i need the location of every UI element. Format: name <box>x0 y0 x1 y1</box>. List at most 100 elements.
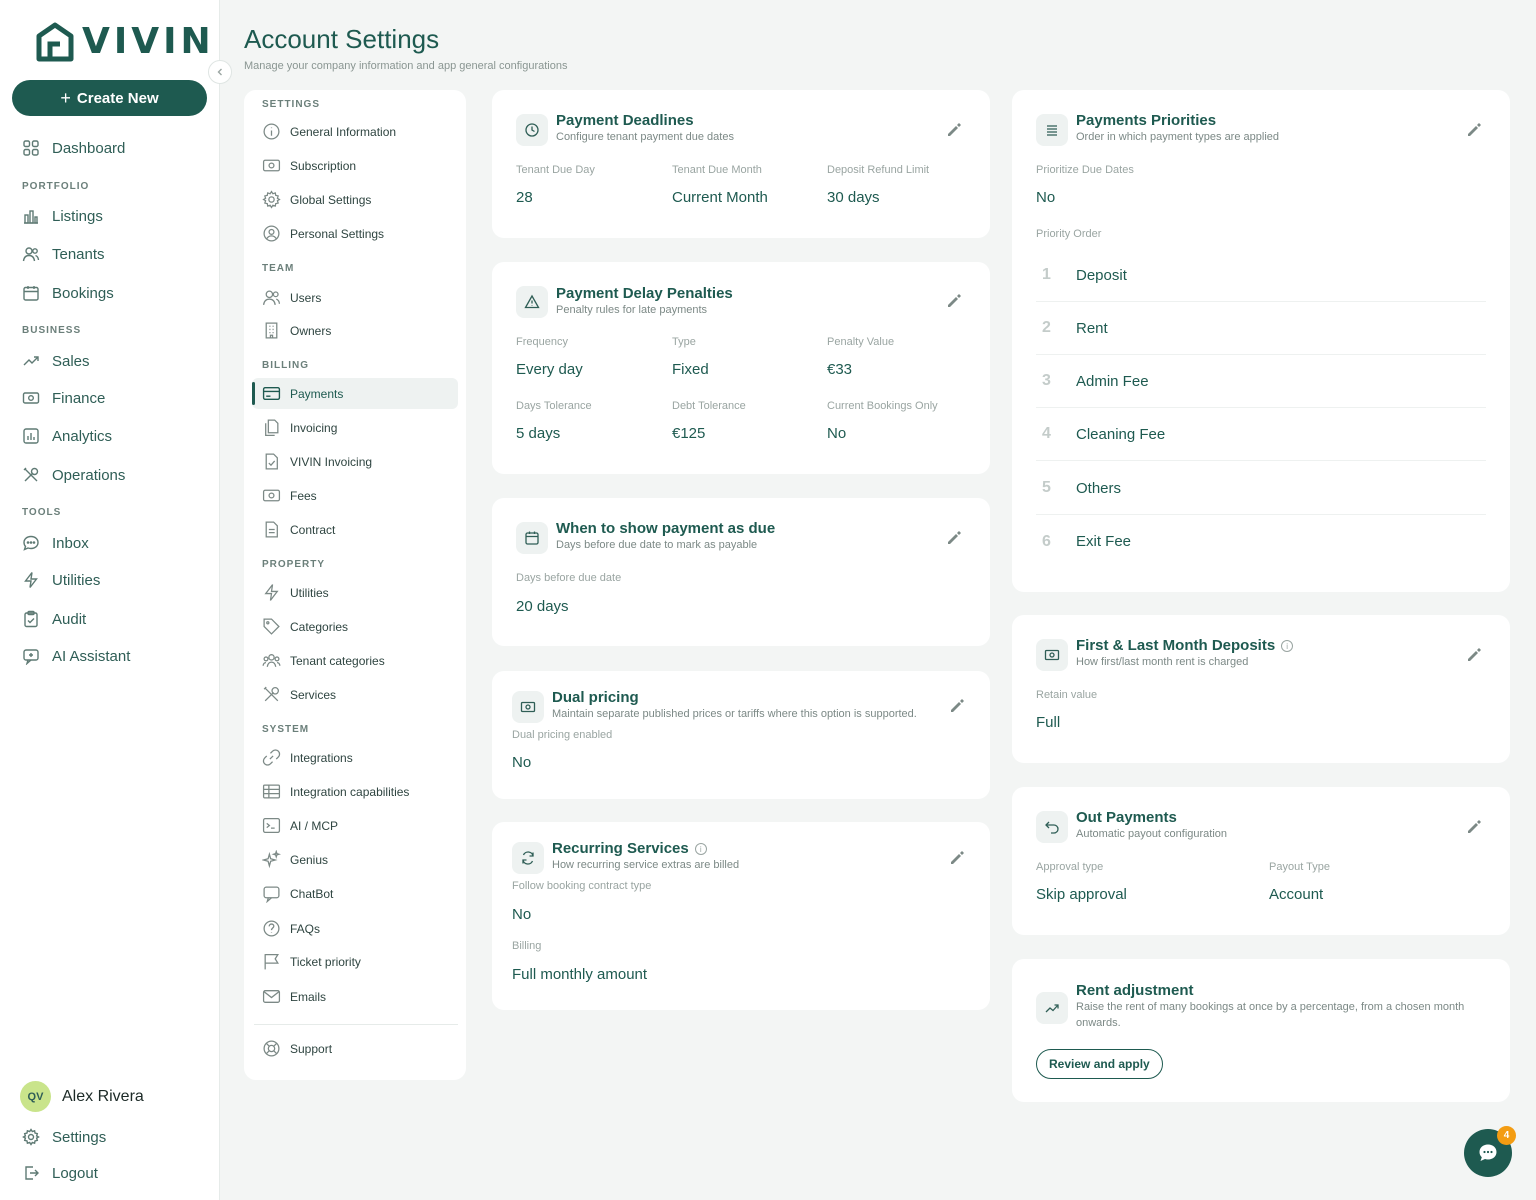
edit-pencil-icon[interactable] <box>946 122 962 138</box>
banknote-icon <box>262 159 281 172</box>
payment-delay-penalties-card: Payment Delay Penalties Penalty rules fo… <box>492 262 990 474</box>
menu-label: Users <box>290 290 322 305</box>
field-value: €33 <box>827 361 853 378</box>
tools-icon <box>263 686 279 702</box>
rent-adjustment-card: Rent adjustment Raise the rent of many b… <box>1012 959 1510 1102</box>
edit-pencil-icon[interactable] <box>949 850 965 866</box>
sparkles-icon <box>262 850 281 869</box>
menu-label: Global Settings <box>290 192 372 207</box>
tools-icon <box>23 467 39 482</box>
main-sidebar: VIVIN + Create New Dashboard PORTFOLIO L… <box>0 0 220 1200</box>
menu-vivin-invoicing[interactable]: VIVIN Invoicing <box>262 452 372 471</box>
field-label: Deposit Refund Limit <box>827 164 930 176</box>
show-payment-due-card: When to show payment as due Days before … <box>492 498 990 646</box>
help-circle-icon <box>263 920 280 937</box>
nav-bookings[interactable]: Bookings <box>22 284 114 302</box>
menu-payments[interactable]: Payments <box>262 384 343 403</box>
nav-tenants[interactable]: Tenants <box>22 245 105 263</box>
user-profile[interactable]: QV Alex Rivera <box>20 1081 144 1112</box>
menu-support[interactable]: Support <box>262 1039 332 1058</box>
menu-global-settings[interactable]: Global Settings <box>262 190 371 209</box>
info-icon[interactable]: i <box>694 843 707 856</box>
menu-tenant-categories[interactable]: Tenant categories <box>262 651 385 670</box>
menu-label: Subscription <box>290 158 357 173</box>
nav-finance[interactable]: Finance <box>22 389 105 407</box>
field-value: No <box>827 425 847 442</box>
edit-pencil-icon[interactable] <box>1466 819 1482 835</box>
recurring-services-card: Recurring Services i How recurring servic… <box>492 822 990 1010</box>
nav-operations[interactable]: Operations <box>22 466 125 484</box>
menu-ai-mcp[interactable]: AI / MCP <box>262 816 338 835</box>
card-subtitle-line2: onwards. <box>1076 1017 1121 1029</box>
first-last-deposits-card: First & Last Month Deposits i How first/l… <box>1012 615 1510 763</box>
avatar: QV <box>20 1081 51 1112</box>
nav-listings[interactable]: Listings <box>22 207 103 225</box>
menu-label: VIVIN Invoicing <box>290 454 373 469</box>
terminal-icon <box>262 818 281 833</box>
banknote-icon <box>1036 639 1068 671</box>
menu-ticket-priority[interactable]: Ticket priority <box>262 952 361 971</box>
menu-faqs[interactable]: FAQs <box>262 919 320 938</box>
refresh-icon <box>512 842 544 874</box>
menu-label: Payments <box>290 386 344 401</box>
create-new-label: Create New <box>76 89 159 107</box>
grid-icon <box>23 140 39 156</box>
menu-categories[interactable]: Categories <box>262 617 348 636</box>
ai-chat-icon <box>23 649 39 665</box>
card-subtitle: How recurring service extras are billed <box>552 859 740 871</box>
collapse-sidebar-button[interactable] <box>208 60 232 84</box>
menu-general-information[interactable]: General Information <box>262 122 396 141</box>
nav-settings[interactable]: Settings <box>22 1128 106 1146</box>
priority-name: Admin Fee <box>1076 372 1149 390</box>
nav-sales[interactable]: Sales <box>22 352 90 370</box>
priority-name: Rent <box>1076 319 1108 337</box>
menu-subscription[interactable]: Subscription <box>262 156 356 175</box>
edit-pencil-icon[interactable] <box>946 293 962 309</box>
card-subtitle: Penalty rules for late payments <box>556 304 708 316</box>
nav-audit[interactable]: Audit <box>22 610 86 628</box>
edit-pencil-icon[interactable] <box>946 530 962 546</box>
menu-integrations[interactable]: Integrations <box>262 748 353 767</box>
field-label: Type <box>672 336 696 348</box>
nav-utilities[interactable]: Utilities <box>22 571 100 589</box>
card-subtitle: Maintain separate published prices or ta… <box>552 708 917 720</box>
nav-label: Sales <box>52 352 90 370</box>
create-new-button[interactable]: + Create New <box>12 80 207 116</box>
calendar-icon <box>23 286 39 301</box>
priority-name: Others <box>1076 479 1122 497</box>
menu-chatbot[interactable]: ChatBot <box>262 884 333 903</box>
menu-contract[interactable]: Contract <box>262 520 335 539</box>
menu-fees[interactable]: Fees <box>262 486 317 505</box>
nav-inbox[interactable]: Inbox <box>22 534 89 552</box>
payments-priorities-card: Payments Priorities Order in which payme… <box>1012 90 1510 592</box>
menu-users[interactable]: Users <box>262 288 321 307</box>
field-label: Days Tolerance <box>516 400 592 412</box>
edit-pencil-icon[interactable] <box>1466 647 1482 663</box>
nav-dashboard[interactable]: Dashboard <box>22 139 125 157</box>
brand-name: VIVIN <box>82 21 215 62</box>
nav-analytics[interactable]: Analytics <box>22 427 112 445</box>
menu-emails[interactable]: Emails <box>262 987 326 1006</box>
menu-utilities[interactable]: Utilities <box>262 583 329 602</box>
menu-owners[interactable]: Owners <box>262 321 331 340</box>
nav-logout[interactable]: Logout <box>22 1164 98 1182</box>
info-icon[interactable]: i <box>1281 640 1294 653</box>
menu-services[interactable]: Services <box>262 685 336 704</box>
menu-personal-settings[interactable]: Personal Settings <box>262 224 384 243</box>
menu-integration-capabilities[interactable]: Integration capabilities <box>262 782 409 801</box>
edit-pencil-icon[interactable] <box>949 698 965 714</box>
page-title: Account Settings <box>244 24 440 54</box>
menu-genius[interactable]: Genius <box>262 850 328 869</box>
bar-chart-icon <box>23 428 39 444</box>
menu-invoicing[interactable]: Invoicing <box>262 418 337 437</box>
brand-logo[interactable]: VIVIN <box>36 22 215 62</box>
edit-pencil-icon[interactable] <box>1466 122 1482 138</box>
priority-name: Cleaning Fee <box>1076 425 1166 443</box>
nav-ai-assistant[interactable]: AI Assistant <box>22 647 130 665</box>
menu-label: General Information <box>290 124 397 139</box>
review-and-apply-button[interactable]: Review and apply <box>1036 1049 1163 1079</box>
priority-row: 3 Admin Fee <box>1036 355 1486 408</box>
dual-pricing-card: Dual pricing Maintain separate published… <box>492 671 990 799</box>
menu-label: Categories <box>290 619 349 634</box>
file-text-icon <box>265 521 278 538</box>
